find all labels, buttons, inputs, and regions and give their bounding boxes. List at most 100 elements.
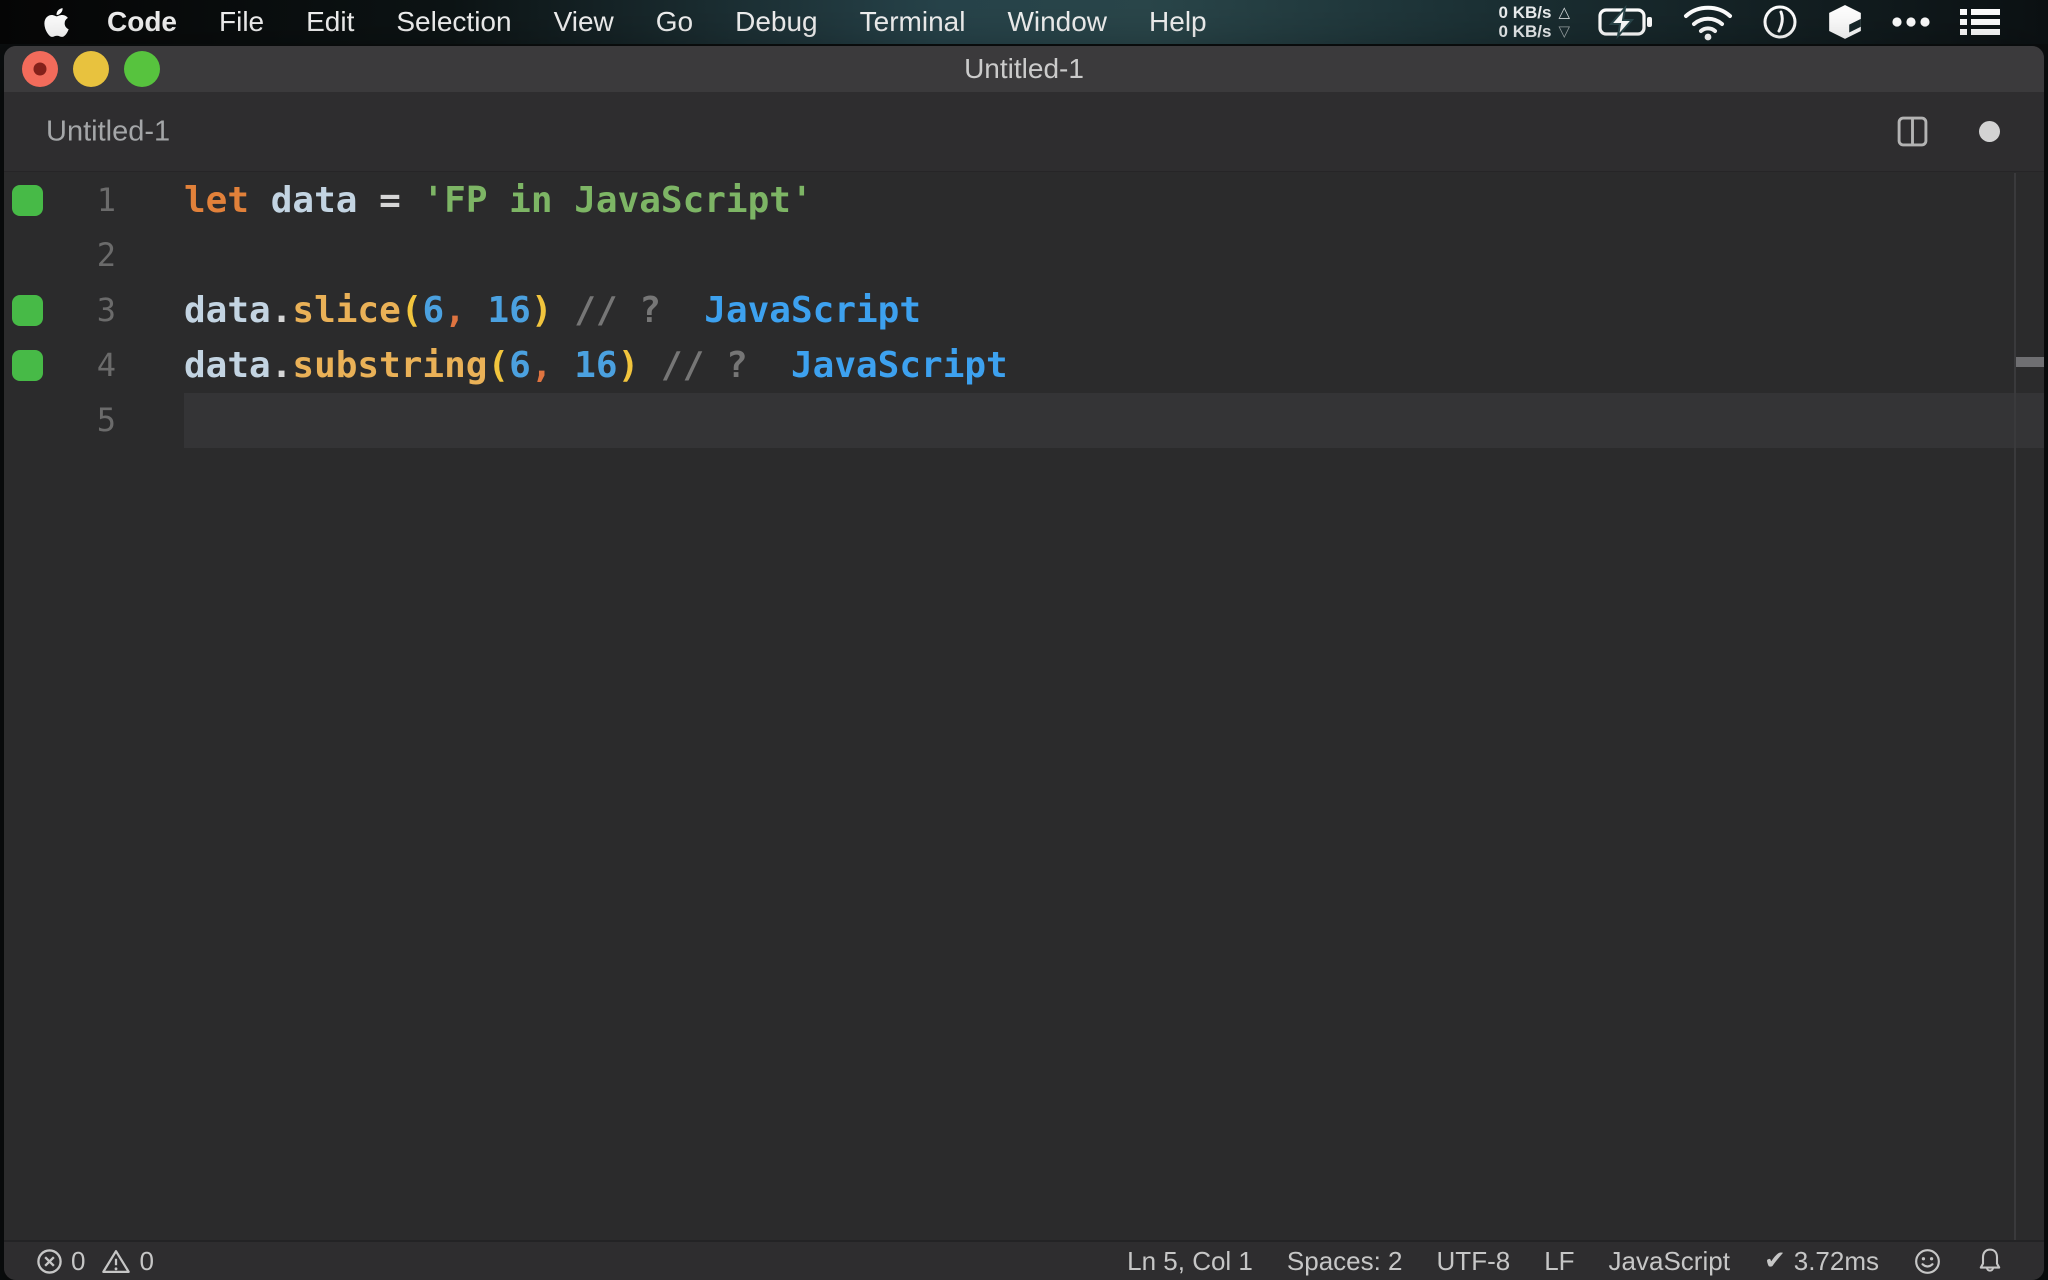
unsaved-indicator-dot[interactable] xyxy=(1979,121,2000,142)
quokka-inline-value: JavaScript xyxy=(790,345,1008,386)
menu-item-code[interactable]: Code xyxy=(107,6,177,38)
code-editor[interactable]: 1 let data = 'FP in JavaScript' 2 3 data.sli… xyxy=(4,173,2044,1240)
tab-untitled-1[interactable]: Untitled-1 xyxy=(46,115,170,148)
split-editor-icon[interactable] xyxy=(1896,115,1929,148)
editor-tab-bar: Untitled-1 xyxy=(4,92,2044,172)
menu-item-help[interactable]: Help xyxy=(1149,6,1207,38)
statusbar-item-indentation[interactable]: Spaces: 2 xyxy=(1287,1246,1403,1277)
menu-item-edit[interactable]: Edit xyxy=(306,6,354,38)
code-token: . xyxy=(270,345,293,386)
code-token: 16 xyxy=(465,290,531,331)
code-token: // ? xyxy=(552,290,661,331)
code-token: 6 xyxy=(509,345,531,386)
statusbar-item-quokka-runtime[interactable]: ✔ 3.72ms xyxy=(1764,1246,1879,1277)
menu-items: Code File Edit Selection View Go Debug Terminal… xyxy=(107,6,1207,38)
line-number: 3 xyxy=(96,291,116,329)
code-token: ) xyxy=(530,290,553,331)
editor-line-2[interactable]: 2 xyxy=(4,228,2044,283)
code-token: . xyxy=(270,290,293,331)
error-count: 0 xyxy=(71,1245,86,1276)
clock-icon[interactable] xyxy=(1761,3,1799,41)
quokka-inline-value: JavaScript xyxy=(704,290,922,331)
editor-lines: 1 let data = 'FP in JavaScript' 2 3 data.sli… xyxy=(4,173,2044,448)
more-dots-icon[interactable] xyxy=(1891,16,1931,28)
network-speed-indicator[interactable]: 0 KB/s 0 KB/s △ ▽ xyxy=(1499,3,1570,41)
statusbar-item-eol-sequence[interactable]: LF xyxy=(1544,1246,1574,1277)
menu-item-view[interactable]: View xyxy=(554,6,614,38)
code-token: slice xyxy=(292,290,401,331)
network-download-speed: 0 KB/s xyxy=(1498,22,1552,41)
code-token: , xyxy=(444,290,466,331)
code-token: data xyxy=(184,290,271,331)
statusbar-item-cursor-position[interactable]: Ln 5, Col 1 xyxy=(1127,1246,1253,1277)
tweet-feedback-icon[interactable] xyxy=(1913,1247,1942,1276)
statusbar-item-label: Spaces: 2 xyxy=(1286,1245,1403,1276)
cube-icon[interactable] xyxy=(1826,3,1864,41)
menu-item-debug[interactable]: Debug xyxy=(735,6,818,38)
apple-logo-icon xyxy=(44,7,69,37)
battery-charging-icon[interactable] xyxy=(1597,5,1655,39)
minimize-button[interactable] xyxy=(73,51,109,87)
statusbar-item-language-mode[interactable]: JavaScript xyxy=(1609,1246,1730,1277)
menu-item-window[interactable]: Window xyxy=(1007,6,1107,38)
line-number: 4 xyxy=(96,346,116,384)
cursor-position-marker xyxy=(2016,357,2044,367)
status-bar: 0 0 Ln 5, Col 1 Spaces: 2 UTF-8 LF JavaScrip… xyxy=(4,1240,2044,1280)
line-number: 5 xyxy=(96,401,116,439)
menu-item-go[interactable]: Go xyxy=(656,6,693,38)
menu-item-file[interactable]: File xyxy=(219,6,264,38)
code-token: , xyxy=(530,345,553,386)
window-title: Untitled-1 xyxy=(964,53,1084,84)
menubar-status-icons: 0 KB/s 0 KB/s △ ▽ xyxy=(1499,0,2002,44)
statusbar-item-label: Ln 5, Col 1 xyxy=(1127,1245,1253,1276)
vscode-window: Untitled-1 Untitled-1 1 let data = 'FP in… xyxy=(4,46,2044,1280)
traffic-lights xyxy=(22,51,160,87)
editor-line-5[interactable]: 5 xyxy=(4,393,2044,448)
apple-menu[interactable] xyxy=(42,6,71,39)
check-icon: ✔ xyxy=(1763,1246,1786,1276)
unsaved-dot-icon xyxy=(33,62,47,76)
statusbar-item-label: UTF-8 xyxy=(1436,1245,1511,1276)
menu-item-terminal[interactable]: Terminal xyxy=(860,6,966,38)
code-token: = xyxy=(379,180,401,221)
notifications-bell-icon[interactable] xyxy=(1976,1246,2004,1276)
editor-line-4[interactable]: 4 data.substring(6, 16) // ? JavaScript xyxy=(4,338,2044,393)
editor-line-1[interactable]: 1 let data = 'FP in JavaScript' xyxy=(4,173,2044,228)
editor-line-3[interactable]: 3 data.slice(6, 16) // ? JavaScript xyxy=(4,283,2044,338)
close-button[interactable] xyxy=(22,51,58,87)
wifi-icon[interactable] xyxy=(1682,3,1734,41)
code-token: ( xyxy=(400,290,423,331)
statusbar-item-label: LF xyxy=(1544,1245,1575,1276)
download-arrow-icon: ▽ xyxy=(1558,22,1570,40)
code-line-content: data.slice(6, 16) // ? JavaScript xyxy=(184,283,921,338)
code-token: data xyxy=(270,180,358,221)
statusbar-item-label: JavaScript xyxy=(1608,1245,1730,1276)
code-token: 'FP in JavaScript' xyxy=(422,180,813,221)
code-line-content: let data = 'FP in JavaScript' xyxy=(184,173,813,228)
macos-menu-bar: Code File Edit Selection View Go Debug Terminal… xyxy=(0,0,2048,44)
problems-indicator[interactable]: 0 0 xyxy=(36,1246,154,1277)
window-titlebar[interactable]: Untitled-1 xyxy=(4,46,2044,92)
line-number: 1 xyxy=(96,181,116,219)
code-token: 16 xyxy=(552,345,618,386)
code-token: 6 xyxy=(422,290,445,331)
zoom-button[interactable] xyxy=(124,51,160,87)
overview-ruler[interactable] xyxy=(2014,173,2044,1240)
editor-actions xyxy=(1896,92,2000,171)
code-line-content: data.substring(6, 16) // ? JavaScript xyxy=(184,338,1008,393)
warning-icon xyxy=(102,1249,131,1273)
warning-count: 0 xyxy=(139,1245,154,1276)
statusbar-item-encoding[interactable]: UTF-8 xyxy=(1437,1246,1511,1277)
list-icon[interactable] xyxy=(1958,6,2002,38)
menu-item-selection[interactable]: Selection xyxy=(396,6,511,38)
code-token: data xyxy=(184,345,271,386)
upload-arrow-icon: △ xyxy=(1558,3,1570,21)
code-token: let xyxy=(184,180,250,221)
code-token: // ? xyxy=(639,345,748,386)
statusbar-items: Ln 5, Col 1 Spaces: 2 UTF-8 LF JavaScript ✔ 3.… xyxy=(1127,1246,1879,1277)
